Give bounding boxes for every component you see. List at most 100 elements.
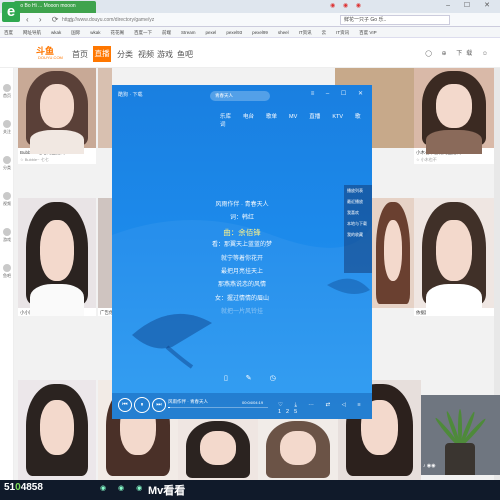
taskbar: [0, 480, 500, 500]
bookmark-item[interactable]: 百度一下: [134, 30, 152, 35]
bookmark-item[interactable]: 前端: [162, 30, 171, 35]
audio-indicator: ♪ ◉◉: [423, 463, 436, 469]
lyric-line: 风雨作伴 · 青春天人: [215, 202, 269, 208]
site-logo-sub: DOUYU.COM: [38, 55, 63, 60]
bookmark-item[interactable]: 网址导航: [23, 30, 41, 35]
player-tabs: 乐库 电台 歌单 MV 直播 KTV 歌词: [220, 112, 372, 128]
stream-thumb[interactable]: 小小阿拉播~: [18, 198, 96, 316]
bookmark-item[interactable]: Stream: [181, 30, 196, 35]
bookmark-item[interactable]: 百度 VIP: [359, 30, 377, 35]
home-icon: [3, 84, 11, 92]
bookmark-item[interactable]: IT资讯: [299, 30, 312, 35]
tab-mv[interactable]: MV: [289, 114, 297, 120]
url-field[interactable]: https://www.douyu.com/directory/game/yz: [62, 15, 332, 25]
nav-home[interactable]: 首页: [72, 49, 88, 60]
sidebar-item-home[interactable]: 首页: [1, 84, 13, 99]
browser-tabstrip: Bo Bo Hi ... Mooon mooon ◉ ◉ ◉ – ☐ ✕: [0, 0, 500, 13]
stream-thumbnail: [414, 198, 494, 316]
sidebar-item-category[interactable]: 分类: [1, 156, 13, 171]
stream-thumbnail: [258, 419, 338, 480]
lyrics-panel: 风雨作伴 · 青春天人 词：韩红 曲：余佰锋 看：那翼天上蓝蓝的梦 就宁等着你花…: [182, 199, 302, 320]
stream-title: 广告你们~: [100, 310, 112, 315]
side-collection[interactable]: 我的收藏: [344, 229, 372, 240]
sidebar-item-video[interactable]: 视频: [1, 192, 13, 207]
side-recent[interactable]: 最近播放: [344, 196, 372, 207]
stream-thumb[interactable]: 小木也不会做的直播间 ☆ 小木也不: [414, 68, 494, 164]
stream-thumb[interactable]: Bubble~ 七七的直播间 ☆ Bubble~ 七七: [18, 68, 96, 164]
bookmark-item[interactable]: sheel: [278, 30, 289, 35]
counter-c: 4858: [20, 482, 43, 493]
browser-logo-icon[interactable]: e: [2, 2, 20, 22]
tab-library[interactable]: 乐库: [220, 114, 231, 120]
tabstrip-icons[interactable]: ◉ ◉ ◉: [330, 2, 364, 9]
browser-tab[interactable]: Bo Bo Hi ... Mooon mooon: [14, 1, 96, 13]
stream-thumb[interactable]: [372, 198, 414, 308]
tab-ktv[interactable]: KTV: [332, 114, 343, 120]
player-search-input[interactable]: 青春天人: [210, 91, 270, 101]
sidebar-item-follow[interactable]: 关注: [1, 120, 13, 135]
bookmark-item[interactable]: wkak: [51, 30, 61, 35]
video-icon: [3, 192, 11, 200]
nav-live[interactable]: 直播: [93, 46, 111, 62]
nav-game[interactable]: 游戏: [157, 49, 173, 60]
side-favorite[interactable]: 我喜欢: [344, 207, 372, 218]
left-sidebar: 首页 关注 分类 视频 游戏 鱼吧: [0, 68, 14, 480]
stream-thumbnail: [414, 68, 494, 155]
music-player-window[interactable]: 酷狗 · 下载 青春天人 ≡ – ☐ ✕ 乐库 电台 歌单 MV 直播 KTV 歌词 风雨作…: [112, 85, 372, 419]
nav-fishbar[interactable]: 鱼吧: [177, 49, 193, 60]
stream-meta: ☆ Bubble~ 七七: [20, 157, 49, 162]
stream-thumb[interactable]: [98, 68, 112, 148]
taskbar-icons[interactable]: ◉ ◉ ◉: [100, 484, 147, 492]
nav-category[interactable]: 分类: [117, 49, 133, 60]
side-playlist[interactable]: 播放列表: [344, 185, 372, 196]
bookmarks-bar: 百度 网址导航 wkak 国际 wkak 花花阁 百度一下 前端 Stream pexel pexe…: [0, 27, 500, 38]
search-field[interactable]: 鲜花一只子 Go 乐..: [340, 15, 450, 25]
stream-thumbnail: [98, 198, 112, 308]
bookmark-item[interactable]: 花花阁: [111, 30, 125, 35]
sidebar-label: 游戏: [3, 237, 11, 242]
header-tools[interactable]: ◯ ⊕ 下载 ☺: [425, 48, 492, 57]
bookmark-item[interactable]: 百度: [4, 30, 13, 35]
stream-thumb[interactable]: [178, 419, 258, 480]
plant-pot: [445, 443, 475, 475]
sidebar-item-fishbar[interactable]: 鱼吧: [1, 264, 13, 279]
play-pause-button[interactable]: ⏸: [134, 397, 150, 413]
now-playing-title: 风雨作伴 · 青春天人: [168, 399, 208, 404]
stream-thumbnail: [18, 380, 96, 480]
stream-thumbnail: [178, 419, 258, 480]
stream-thumb[interactable]: 依据欧美风的直播间: [414, 198, 494, 316]
sidebar-label: 分类: [3, 165, 11, 170]
nav-video[interactable]: 视频: [138, 49, 154, 60]
player-brand: 酷狗 · 下载: [118, 92, 143, 98]
player-window-buttons[interactable]: ≡ – ☐ ✕: [311, 90, 368, 97]
window-buttons[interactable]: – ☐ ✕: [446, 1, 496, 9]
prev-button[interactable]: ⏮: [118, 398, 132, 412]
webcam-video[interactable]: ♪ ◉◉: [421, 395, 500, 475]
lyric-tools[interactable]: ▯ ✎ ◷: [224, 374, 284, 382]
tab-radio[interactable]: 电台: [243, 114, 254, 120]
progress-bar[interactable]: [168, 407, 268, 408]
sidebar-label: 关注: [3, 129, 11, 134]
tab-playlist[interactable]: 歌单: [266, 114, 277, 120]
sidebar-label: 首页: [3, 93, 11, 98]
bookmark-item[interactable]: pexel: [206, 30, 217, 35]
bookmark-item[interactable]: pexel93: [226, 30, 242, 35]
game-icon: [3, 228, 11, 236]
lyric-line: 看：那翼天上蓝蓝的梦: [211, 242, 272, 249]
bookmark-item[interactable]: pexel99: [252, 30, 268, 35]
fish-icon: [3, 264, 11, 272]
bookmark-item[interactable]: 云: [322, 30, 327, 35]
stream-thumb[interactable]: [18, 380, 96, 480]
stream-thumbnail: [18, 198, 96, 316]
side-local[interactable]: 本地与下载: [344, 218, 372, 229]
tab-live[interactable]: 直播: [309, 114, 320, 120]
stream-thumb[interactable]: 广告你们~: [98, 198, 112, 316]
stream-thumb[interactable]: [258, 419, 338, 480]
taskbar-mv-label[interactable]: Mv看看: [148, 482, 185, 498]
bookmark-item[interactable]: 国际: [71, 30, 80, 35]
next-button[interactable]: ⏭: [152, 398, 166, 412]
player-extra-controls[interactable]: ♡ ⤓ ⋯ ⇄ ◁ ≡ 125: [278, 402, 372, 415]
sidebar-item-game[interactable]: 游戏: [1, 228, 13, 243]
bookmark-item[interactable]: IT资讯: [336, 30, 349, 35]
bookmark-item[interactable]: wkak: [90, 30, 100, 35]
